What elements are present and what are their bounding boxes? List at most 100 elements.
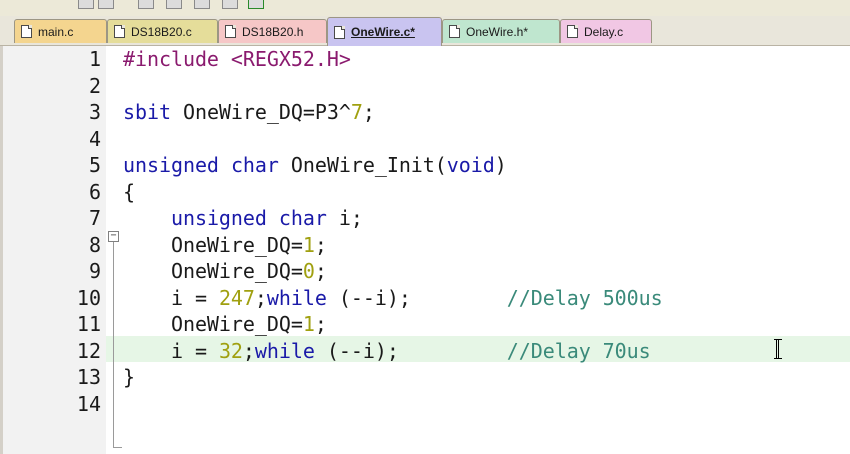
tab-label: OneWire.c*: [351, 25, 415, 39]
code-token: unsigned: [123, 153, 219, 177]
code-text[interactable]: i = 32;while (--i); //Delay 70us: [123, 338, 651, 364]
code-text[interactable]: i = 247;while (--i); //Delay 500us: [123, 285, 663, 311]
code-token: OneWire_DQ=: [123, 232, 303, 257]
file-icon: [449, 25, 460, 38]
code-token: void: [446, 153, 495, 177]
code-token: OneWire_DQ=: [123, 312, 303, 336]
code-token: ;: [254, 285, 267, 310]
code-line[interactable]: 14: [0, 391, 850, 417]
code-token: ;: [362, 100, 375, 124]
toolbar-icon-6[interactable]: [222, 0, 238, 9]
code-text[interactable]: #include <REGX52.H>: [123, 46, 351, 72]
line-number: 5: [88, 153, 101, 177]
file-icon: [114, 25, 125, 38]
toolbar-icon-1[interactable]: [78, 0, 94, 9]
code-line[interactable]: 9 OneWire_DQ=0;: [0, 258, 850, 284]
code-token: ): [494, 153, 507, 177]
line-number: 3: [88, 100, 101, 124]
code-token: 7: [350, 100, 363, 124]
file-icon: [21, 25, 32, 38]
toolbar: [0, 0, 850, 16]
tab-ds18b20-c[interactable]: DS18B20.c: [107, 19, 218, 43]
line-number: 14: [76, 391, 101, 416]
code-text[interactable]: {: [123, 179, 135, 205]
file-icon: [334, 25, 345, 39]
code-line[interactable]: 7 unsigned char i;: [0, 205, 850, 231]
text-cursor-icon: [774, 339, 782, 359]
code-line[interactable]: 2: [0, 73, 850, 99]
toolbar-icon-4[interactable]: [166, 0, 182, 9]
file-tab-bar: main.c DS18B20.c DS18B20.h OneWire.c* On…: [0, 16, 850, 46]
code-token: (--i);: [326, 285, 507, 310]
tab-label: Delay.c: [584, 24, 624, 39]
code-token: ;: [314, 232, 327, 257]
tab-main-c[interactable]: main.c: [14, 19, 107, 43]
line-number: 11: [76, 312, 101, 336]
code-token: #include <REGX52.H>: [123, 47, 351, 71]
line-number: 12: [76, 338, 101, 363]
code-token: (--i);: [314, 338, 507, 363]
code-text[interactable]: }: [123, 364, 135, 390]
tab-label: DS18B20.h: [242, 24, 304, 39]
code-token: //Delay 70us: [506, 338, 651, 363]
code-token: i;: [326, 206, 363, 230]
code-line[interactable]: 13}: [0, 364, 850, 390]
code-token: while: [266, 285, 327, 310]
tab-ds18b20-h[interactable]: DS18B20.h: [218, 19, 327, 43]
code-token: sbit: [123, 100, 171, 124]
toolbar-icon-2[interactable]: [98, 0, 114, 9]
code-text[interactable]: OneWire_DQ=1;: [123, 232, 327, 258]
code-token: while: [254, 338, 315, 363]
line-number: 2: [88, 73, 101, 98]
code-token: i =: [123, 285, 219, 310]
tab-label: DS18B20.c: [131, 24, 192, 39]
tab-onewire-h[interactable]: OneWire.h*: [442, 19, 560, 43]
code-token: char: [230, 153, 279, 177]
code-editor[interactable]: − 1 #include <REGX52.H> 2 3 sbit OneWire_DQ=…: [0, 46, 850, 454]
toolbar-icon-5[interactable]: [194, 0, 210, 9]
tab-delay-c[interactable]: Delay.c: [560, 19, 652, 43]
tab-label: main.c: [38, 24, 74, 39]
code-line[interactable]: 11 OneWire_DQ=1;: [0, 311, 850, 337]
line-number: 9: [88, 259, 101, 283]
code-token: 247: [218, 285, 255, 310]
code-token: OneWire_DQ=P3^: [170, 100, 351, 124]
code-text[interactable]: unsigned char i;: [123, 205, 363, 231]
code-token: ;: [242, 338, 255, 363]
line-number: 10: [76, 285, 101, 310]
code-token: 1: [302, 232, 315, 257]
code-line[interactable]: 6{: [0, 179, 850, 205]
file-icon: [567, 25, 578, 38]
toolbar-icon-7[interactable]: [248, 0, 264, 9]
line-number: 1: [88, 47, 101, 71]
code-text[interactable]: OneWire_DQ=0;: [123, 258, 327, 284]
code-line[interactable]: 1 #include <REGX52.H>: [0, 46, 850, 72]
code-line[interactable]: 4: [0, 126, 850, 152]
line-number: 8: [88, 232, 101, 257]
code-token: ;: [314, 312, 327, 336]
code-token: 1: [302, 312, 315, 336]
code-token: 0: [302, 259, 315, 283]
code-token: //Delay 500us: [506, 285, 663, 310]
line-number: 4: [88, 126, 101, 151]
toolbar-icon-3[interactable]: [138, 0, 154, 9]
code-text[interactable]: unsigned char OneWire_Init(void): [123, 152, 507, 178]
code-text[interactable]: sbit OneWire_DQ=P3^7;: [123, 99, 375, 125]
tab-onewire-c[interactable]: OneWire.c*: [327, 17, 442, 46]
code-line[interactable]: 5 unsigned char OneWire_Init(void): [0, 152, 850, 178]
code-token: 32: [218, 338, 243, 363]
code-token: unsigned: [170, 206, 267, 230]
code-line[interactable]: 10 i = 247;while (--i); //Delay 500us: [0, 285, 850, 311]
code-token: i =: [123, 338, 219, 363]
code-token: }: [123, 365, 135, 389]
line-number: 7: [88, 206, 101, 230]
code-line[interactable]: 8 OneWire_DQ=1;: [0, 232, 850, 258]
line-number: 6: [88, 179, 101, 204]
code-text[interactable]: OneWire_DQ=1;: [123, 311, 327, 337]
code-line[interactable]: 12 i = 32;while (--i); //Delay 70us: [0, 338, 850, 364]
code-line[interactable]: 3 sbit OneWire_DQ=P3^7;: [0, 99, 850, 125]
code-token: char: [278, 206, 327, 230]
